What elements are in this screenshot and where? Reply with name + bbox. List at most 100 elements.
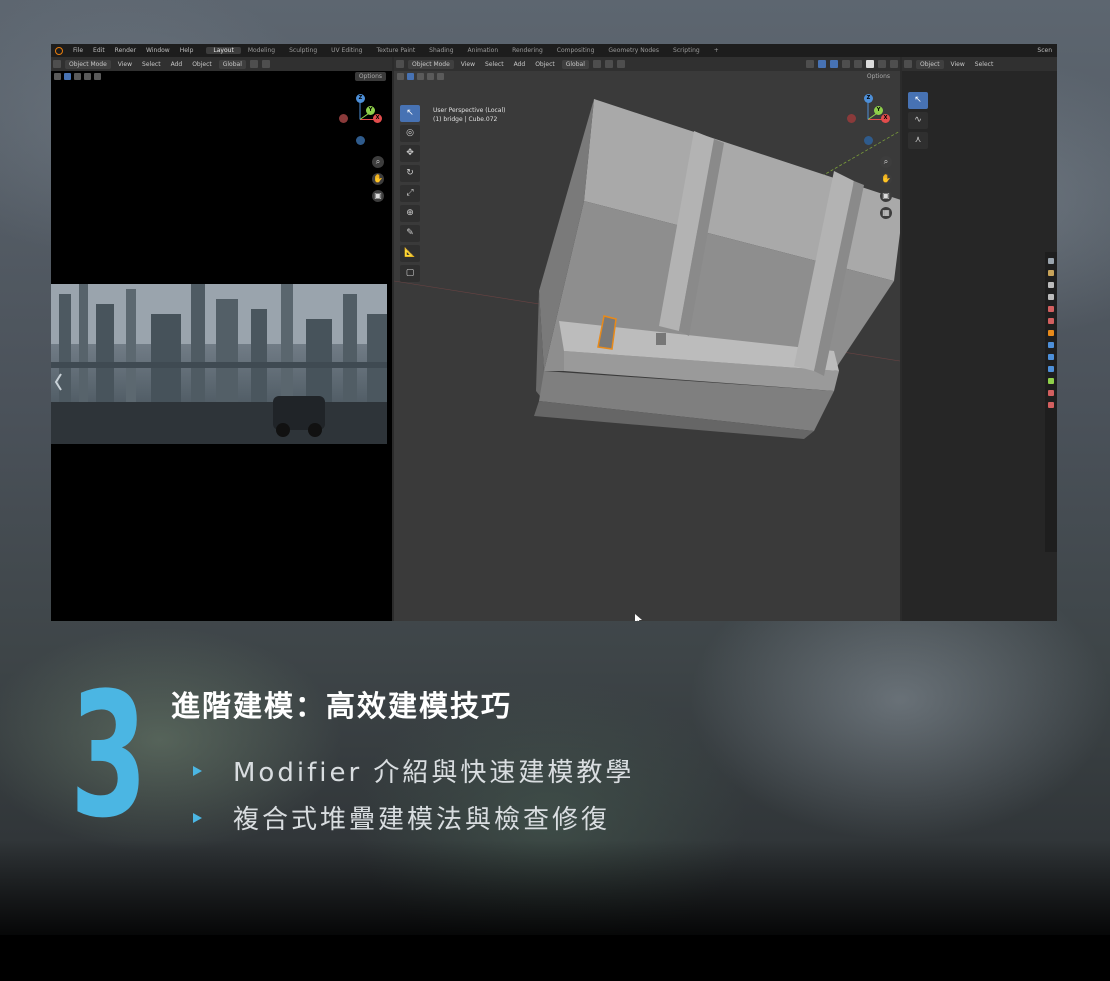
menu-render[interactable]: Render <box>110 47 141 54</box>
tab-uv-editing[interactable]: UV Editing <box>324 47 369 54</box>
left-options-dropdown[interactable]: Options <box>354 72 386 81</box>
left-select-menu[interactable]: Select <box>137 61 166 68</box>
main-mode-dropdown[interactable]: Object Mode <box>408 59 454 69</box>
blender-logo-icon[interactable] <box>55 46 63 55</box>
editor-type-icon[interactable] <box>396 60 404 68</box>
camera-icon[interactable]: ▣ <box>880 190 892 202</box>
zoom-icon[interactable]: ⌕ <box>880 156 892 168</box>
gizmo-z-dot[interactable]: Z <box>356 94 365 103</box>
zoom-icon[interactable]: ⌕ <box>372 156 384 168</box>
select-subtract-icon[interactable] <box>84 73 91 80</box>
add-workspace-button[interactable]: + <box>707 47 726 54</box>
editor-type-icon[interactable] <box>53 60 61 68</box>
main-3d-viewport[interactable]: Object Mode View Select Add Object Globa… <box>394 57 900 621</box>
gizmo-x-dot[interactable]: X <box>881 114 890 123</box>
proportional-icon[interactable] <box>616 60 625 68</box>
armature-tool-icon[interactable]: ⋏ <box>908 132 928 149</box>
menu-file[interactable]: File <box>68 47 88 54</box>
object-tab-icon[interactable] <box>1048 330 1054 336</box>
left-add-menu[interactable]: Add <box>166 61 188 68</box>
particles-tab-icon[interactable] <box>1048 354 1054 360</box>
pan-hand-icon[interactable]: ✋ <box>372 173 384 185</box>
bullet-text: Modifier 介紹與快速建模教學 <box>233 758 635 788</box>
main-transform-dropdown[interactable]: Global <box>561 59 589 69</box>
left-transform-dropdown[interactable]: Global <box>218 59 246 69</box>
pivot-icon[interactable] <box>592 60 601 68</box>
output-tab-icon[interactable] <box>1048 282 1054 288</box>
gizmo-neg-z-dot[interactable] <box>356 136 365 145</box>
main-object-menu[interactable]: Object <box>530 61 560 68</box>
ortho-grid-icon[interactable]: ▦ <box>880 207 892 219</box>
modifier-wrench-icon[interactable] <box>1048 342 1054 348</box>
gizmo-neg-x-dot[interactable] <box>339 114 348 123</box>
left-view-menu[interactable]: View <box>113 61 137 68</box>
left-object-menu[interactable]: Object <box>187 61 217 68</box>
view-layer-tab-icon[interactable] <box>1048 294 1054 300</box>
tool-tab-icon[interactable] <box>1048 258 1054 264</box>
proportional-icon[interactable] <box>261 60 270 68</box>
visibility-icon[interactable] <box>806 60 814 68</box>
menu-edit[interactable]: Edit <box>88 47 110 54</box>
tab-animation[interactable]: Animation <box>461 47 506 54</box>
data-tab-icon[interactable] <box>1048 378 1054 384</box>
tab-texture-paint[interactable]: Texture Paint <box>369 47 422 54</box>
select-extend-icon[interactable] <box>74 73 81 80</box>
tab-layout[interactable]: Layout <box>206 47 241 54</box>
menu-window[interactable]: Window <box>141 47 175 54</box>
world-tab-icon[interactable] <box>1048 318 1054 324</box>
gizmo-neg-z-dot[interactable] <box>864 136 873 145</box>
left-viewport[interactable]: Object Mode View Select Add Object Globa… <box>51 57 392 621</box>
select-invert-icon[interactable] <box>94 73 101 80</box>
gizmo-z-dot[interactable]: Z <box>864 94 873 103</box>
right-mode-dropdown[interactable]: Object <box>916 59 944 69</box>
shading-wireframe-icon[interactable] <box>854 60 862 68</box>
xray-icon[interactable] <box>842 60 850 68</box>
bullet-item: 複合式堆疊建模法與檢查修復 <box>193 799 610 836</box>
main-navigation-gizmo[interactable]: X Y Z <box>844 91 900 147</box>
tab-compositing[interactable]: Compositing <box>550 47 602 54</box>
gizmo-neg-x-dot[interactable] <box>847 114 856 123</box>
main-add-menu[interactable]: Add <box>509 61 531 68</box>
draw-tool-icon[interactable]: ∿ <box>908 112 928 129</box>
editor-type-icon[interactable] <box>904 60 912 68</box>
bridge-3d-model[interactable] <box>394 71 900 621</box>
tab-sculpting[interactable]: Sculpting <box>282 47 324 54</box>
select-new-icon[interactable] <box>64 73 71 80</box>
left-mode-dropdown[interactable]: Object Mode <box>65 59 111 69</box>
gizmo-y-dot[interactable]: Y <box>874 106 883 115</box>
main-select-menu[interactable]: Select <box>480 61 509 68</box>
scene-selector[interactable]: Scen <box>1032 47 1057 54</box>
select-box-icon[interactable] <box>54 73 61 80</box>
mouse-cursor-icon <box>635 614 642 621</box>
tab-scripting[interactable]: Scripting <box>666 47 707 54</box>
pan-hand-icon[interactable]: ✋ <box>880 173 892 185</box>
menu-help[interactable]: Help <box>175 47 199 54</box>
shading-rendered-icon[interactable] <box>890 60 898 68</box>
physics-tab-icon[interactable] <box>1048 366 1054 372</box>
scene-tab-icon[interactable] <box>1048 306 1054 312</box>
main-view-menu[interactable]: View <box>456 61 480 68</box>
tab-rendering[interactable]: Rendering <box>505 47 550 54</box>
snap-icon[interactable] <box>604 60 613 68</box>
properties-tab-strip <box>1045 252 1057 552</box>
tab-modeling[interactable]: Modeling <box>241 47 282 54</box>
right-viewport[interactable]: Object View Select ↖ ∿ ⋏ <box>902 57 1057 621</box>
tab-geometry-nodes[interactable]: Geometry Nodes <box>601 47 666 54</box>
gizmo-toggle-icon[interactable] <box>818 60 826 68</box>
material-tab-icon[interactable] <box>1048 390 1054 396</box>
left-navigation-gizmo[interactable]: X Y Z <box>336 91 392 147</box>
blender-screenshot: File Edit Render Window Help Layout Mode… <box>51 44 1057 621</box>
shading-material-icon[interactable] <box>878 60 886 68</box>
right-view-menu[interactable]: View <box>946 61 970 68</box>
overlay-toggle-icon[interactable] <box>830 60 838 68</box>
texture-tab-icon[interactable] <box>1048 402 1054 408</box>
camera-icon[interactable]: ▣ <box>372 190 384 202</box>
select-tool-icon[interactable]: ↖ <box>908 92 928 109</box>
render-tab-icon[interactable] <box>1048 270 1054 276</box>
tab-shading[interactable]: Shading <box>422 47 460 54</box>
gizmo-x-dot[interactable]: X <box>373 114 382 123</box>
gizmo-y-dot[interactable]: Y <box>366 106 375 115</box>
snap-icon[interactable] <box>249 60 258 68</box>
shading-solid-icon[interactable] <box>866 60 874 68</box>
right-select-menu[interactable]: Select <box>970 61 999 68</box>
